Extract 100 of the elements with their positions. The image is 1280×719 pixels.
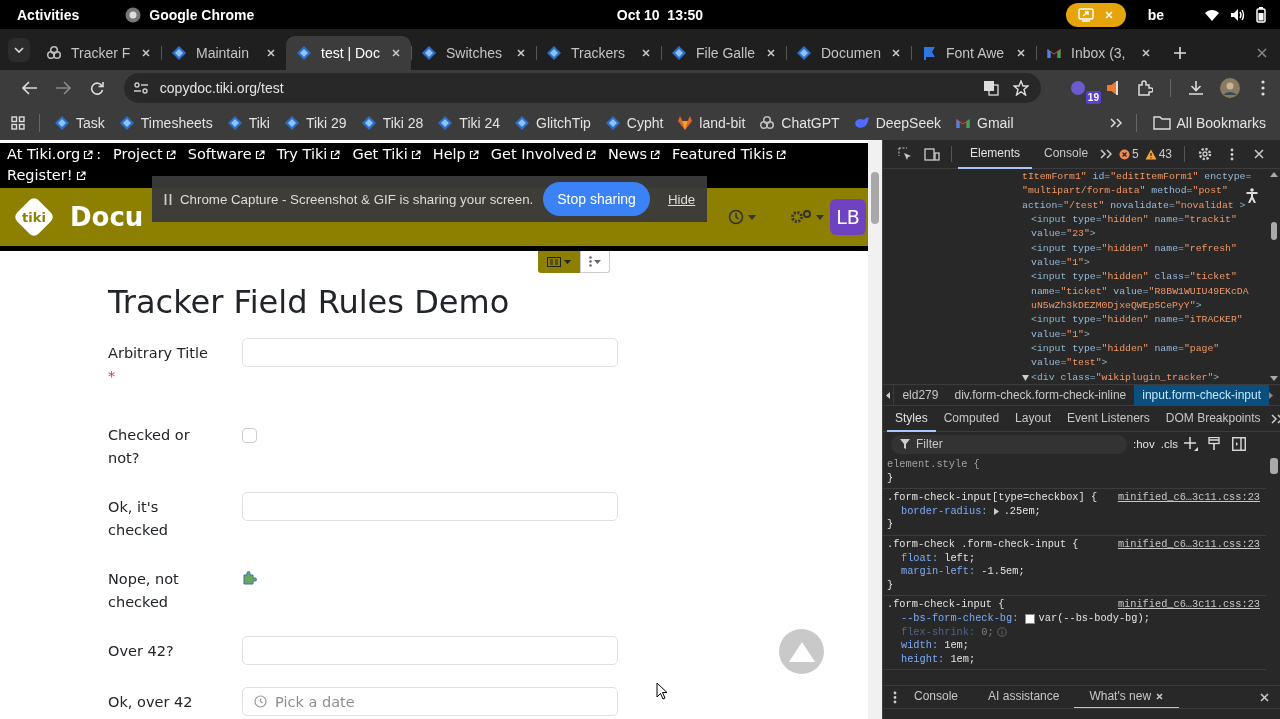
scroll-down-icon[interactable] <box>1270 376 1278 381</box>
breadcrumb[interactable]: eld279 <box>894 384 947 406</box>
page-actions-button[interactable] <box>580 251 610 273</box>
forward-icon[interactable] <box>55 81 72 95</box>
text-field[interactable] <box>242 492 618 521</box>
reload-icon[interactable] <box>90 81 104 95</box>
settings-icon[interactable] <box>1197 147 1212 161</box>
new-tab-icon[interactable] <box>1173 46 1187 60</box>
close-icon[interactable] <box>766 48 776 58</box>
close-icon[interactable] <box>266 48 276 58</box>
edit-menu-button[interactable] <box>538 251 580 273</box>
bookmark[interactable]: Tiki 28 <box>360 115 424 131</box>
stop-sharing-button[interactable]: Stop sharing <box>543 182 650 216</box>
pane-tab[interactable]: Event Listeners <box>1059 405 1158 432</box>
close-icon[interactable] <box>1256 47 1268 59</box>
nav-link[interactable]: Get Involved <box>490 145 596 164</box>
chevrons-icon[interactable] <box>1109 118 1122 128</box>
nav-link[interactable]: Help <box>432 145 479 164</box>
history-menu[interactable] <box>728 209 756 225</box>
devtools-tab[interactable]: Elements <box>958 140 1033 169</box>
checkbox[interactable] <box>242 428 257 443</box>
screen-share-indicator[interactable] <box>1065 2 1126 27</box>
bookmark[interactable]: land-bit <box>677 115 746 131</box>
browser-tab[interactable]: Maintain <box>161 36 286 70</box>
back-icon[interactable] <box>21 81 38 95</box>
paint-icon[interactable] <box>1208 437 1220 451</box>
keyboard-layout[interactable]: be <box>1147 6 1164 23</box>
hide-link[interactable]: Hide <box>667 191 696 207</box>
inspect-icon[interactable] <box>897 147 912 161</box>
toggle-button[interactable]: .cls <box>1160 438 1178 450</box>
scroll-left-icon[interactable] <box>886 391 891 399</box>
drawer-tab[interactable]: Console <box>899 685 974 709</box>
close-icon[interactable] <box>516 48 526 58</box>
pane-tab[interactable]: Computed <box>935 405 1008 432</box>
filter-field[interactable]: Filter <box>891 434 1127 454</box>
activities-button[interactable]: Activities <box>17 6 80 23</box>
bookmark[interactable]: Cypht <box>604 115 664 131</box>
close-icon[interactable] <box>1259 691 1270 703</box>
address-bar[interactable]: copydoc.tiki.org/test <box>123 73 1042 103</box>
nav-link[interactable]: News <box>607 145 661 164</box>
nav-link[interactable]: Try Tiki <box>276 145 341 164</box>
devtools-tab[interactable]: Console <box>1032 140 1101 169</box>
chevrons-icon[interactable] <box>1100 149 1113 159</box>
bookmark[interactable]: Timesheets <box>118 115 213 131</box>
browser-tab[interactable]: Trackers <box>536 36 661 70</box>
browser-tab[interactable]: Documen <box>786 36 911 70</box>
browser-tab[interactable]: Tracker F <box>36 36 161 70</box>
browser-tab[interactable]: Switches <box>411 36 536 70</box>
expanded-icon[interactable] <box>1022 374 1029 381</box>
close-icon[interactable] <box>1252 148 1265 160</box>
browser-tab[interactable]: Font Awe <box>911 36 1036 70</box>
nav-link[interactable]: Software <box>187 145 265 164</box>
scroll-up-icon[interactable] <box>1270 172 1278 177</box>
close-icon[interactable] <box>391 48 401 58</box>
browser-tab[interactable]: File Galle <box>661 36 786 70</box>
close-icon[interactable] <box>1155 691 1165 701</box>
source-link[interactable]: minified_c6…3c11.css:23 <box>1117 491 1260 505</box>
all-bookmarks-button[interactable]: All Bookmarks <box>1152 115 1266 131</box>
tab-search-button[interactable] <box>8 38 30 62</box>
text-field[interactable] <box>242 636 618 665</box>
pane-tab[interactable]: DOM Breakpoints <box>1157 405 1269 432</box>
menu-icon[interactable] <box>1261 80 1266 96</box>
browser-tab[interactable]: test | Doc <box>286 36 411 70</box>
download-icon[interactable] <box>1187 80 1204 96</box>
pane-tab[interactable]: Styles <box>887 405 936 432</box>
more-icon[interactable] <box>1229 147 1234 161</box>
bookmark[interactable]: Tiki <box>226 115 270 131</box>
drawer-tab[interactable]: What's new <box>1074 685 1180 709</box>
bookmark[interactable]: Gmail <box>955 115 1014 131</box>
settings-menu[interactable] <box>790 209 824 225</box>
close-icon[interactable] <box>1141 48 1151 58</box>
user-avatar[interactable]: LB <box>830 199 866 235</box>
accessibility-icon[interactable] <box>1246 188 1258 203</box>
error-count[interactable]: 5 <box>1118 147 1139 161</box>
bookmark[interactable]: GlitchTip <box>514 115 591 131</box>
bookmark[interactable]: Tiki 24 <box>437 115 501 131</box>
close-icon[interactable] <box>1016 48 1026 58</box>
avatar-icon[interactable] <box>1219 78 1240 98</box>
drawer-tab[interactable]: AI assistance <box>973 685 1075 709</box>
pane-tab[interactable]: Layout <box>1007 405 1060 432</box>
add-rule-icon[interactable] <box>1184 437 1198 451</box>
sidebar-icon[interactable] <box>1232 437 1246 451</box>
nav-link[interactable]: Register! <box>7 166 86 185</box>
bookmark[interactable]: Task <box>54 115 105 131</box>
speaker-icon[interactable] <box>1104 80 1119 96</box>
toggle-button[interactable]: :hov <box>1133 438 1155 450</box>
apps-icon[interactable] <box>11 116 25 130</box>
more-icon[interactable] <box>893 690 897 704</box>
site-logo[interactable]: tiki <box>14 197 54 237</box>
star-icon[interactable] <box>1013 80 1030 96</box>
bookmark[interactable]: ChatGPT <box>759 115 840 131</box>
breadcrumb[interactable]: input.form-check-input <box>1134 384 1269 406</box>
clock-text[interactable]: Oct 10 13:50 <box>616 6 704 23</box>
expand-icon[interactable] <box>993 508 999 516</box>
device-icon[interactable] <box>923 147 940 161</box>
nav-link[interactable]: Project <box>113 145 176 164</box>
nav-link[interactable]: Get Tiki <box>352 145 421 164</box>
warning-count[interactable]: 43 <box>1144 147 1172 161</box>
chevrons-icon[interactable] <box>1270 413 1280 424</box>
text-field[interactable] <box>242 338 618 367</box>
